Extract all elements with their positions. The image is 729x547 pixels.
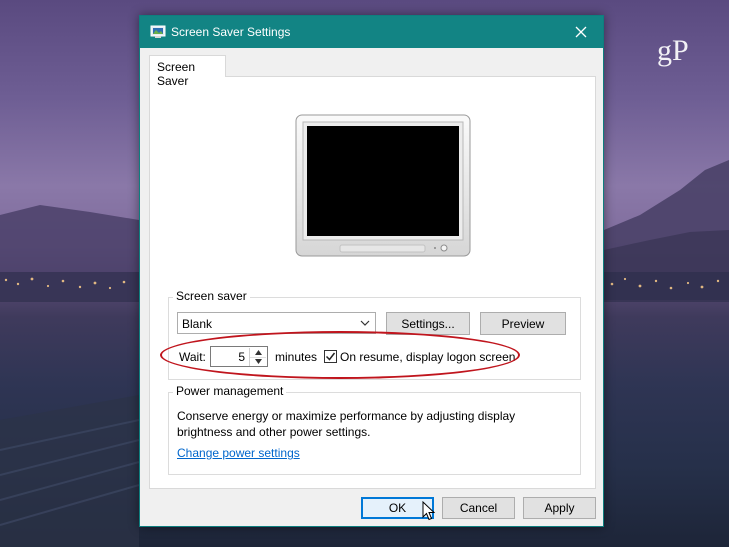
chevron-down-icon	[360, 320, 370, 326]
power-management-group-label: Power management	[173, 384, 287, 398]
close-button[interactable]	[559, 16, 603, 48]
screensaver-app-icon	[150, 25, 166, 38]
tab-screen-saver[interactable]: Screen Saver	[149, 55, 226, 88]
stepper-down-button[interactable]	[250, 357, 266, 366]
apply-button[interactable]: Apply	[523, 497, 596, 519]
arrow-up-icon	[254, 350, 262, 355]
preview-button[interactable]: Preview	[480, 312, 566, 335]
minutes-label: minutes	[275, 350, 318, 364]
watermark-logo: gP	[657, 34, 689, 67]
screen-saver-dialog: Screen Saver Settings Screen Saver Scree…	[139, 15, 604, 527]
checkmark-icon	[325, 352, 336, 361]
apply-button-label: Apply	[544, 501, 575, 515]
close-icon	[575, 26, 587, 38]
cancel-button-label: Cancel	[459, 501, 498, 515]
screen-saver-group: Screen saver Blank Settings... Preview W…	[168, 289, 581, 380]
power-description: Conserve energy or maximize performance …	[177, 409, 516, 439]
wait-minutes-stepper[interactable]: 5	[210, 346, 268, 367]
title-bar[interactable]: Screen Saver Settings	[140, 16, 603, 48]
change-power-settings-link[interactable]: Change power settings	[177, 446, 300, 460]
screen-saver-select-value: Blank	[182, 317, 213, 331]
window-title: Screen Saver Settings	[171, 25, 291, 39]
screen-saver-select[interactable]: Blank	[177, 312, 376, 334]
preview-button-label: Preview	[501, 316, 545, 331]
cancel-button[interactable]: Cancel	[442, 497, 515, 519]
settings-button-label: Settings...	[401, 316, 455, 331]
tab-screen-saver-label: Screen Saver	[157, 60, 196, 88]
resume-logon-label[interactable]: On resume, display logon screen	[340, 350, 515, 364]
mouse-cursor-icon	[422, 501, 436, 521]
ok-button-label: OK	[388, 501, 407, 515]
resume-logon-checkbox[interactable]	[324, 350, 337, 363]
monitor-preview	[295, 114, 471, 257]
stepper-arrows	[249, 348, 266, 366]
power-management-group: Power management Conserve energy or maxi…	[168, 384, 581, 475]
tab-panel: Screen saver Blank Settings... Preview W…	[149, 76, 596, 489]
screen-saver-group-label: Screen saver	[173, 289, 250, 303]
wait-label: Wait:	[179, 350, 206, 364]
wait-minutes-value: 5	[238, 350, 245, 364]
settings-button[interactable]: Settings...	[386, 312, 470, 335]
arrow-down-icon	[254, 359, 262, 364]
